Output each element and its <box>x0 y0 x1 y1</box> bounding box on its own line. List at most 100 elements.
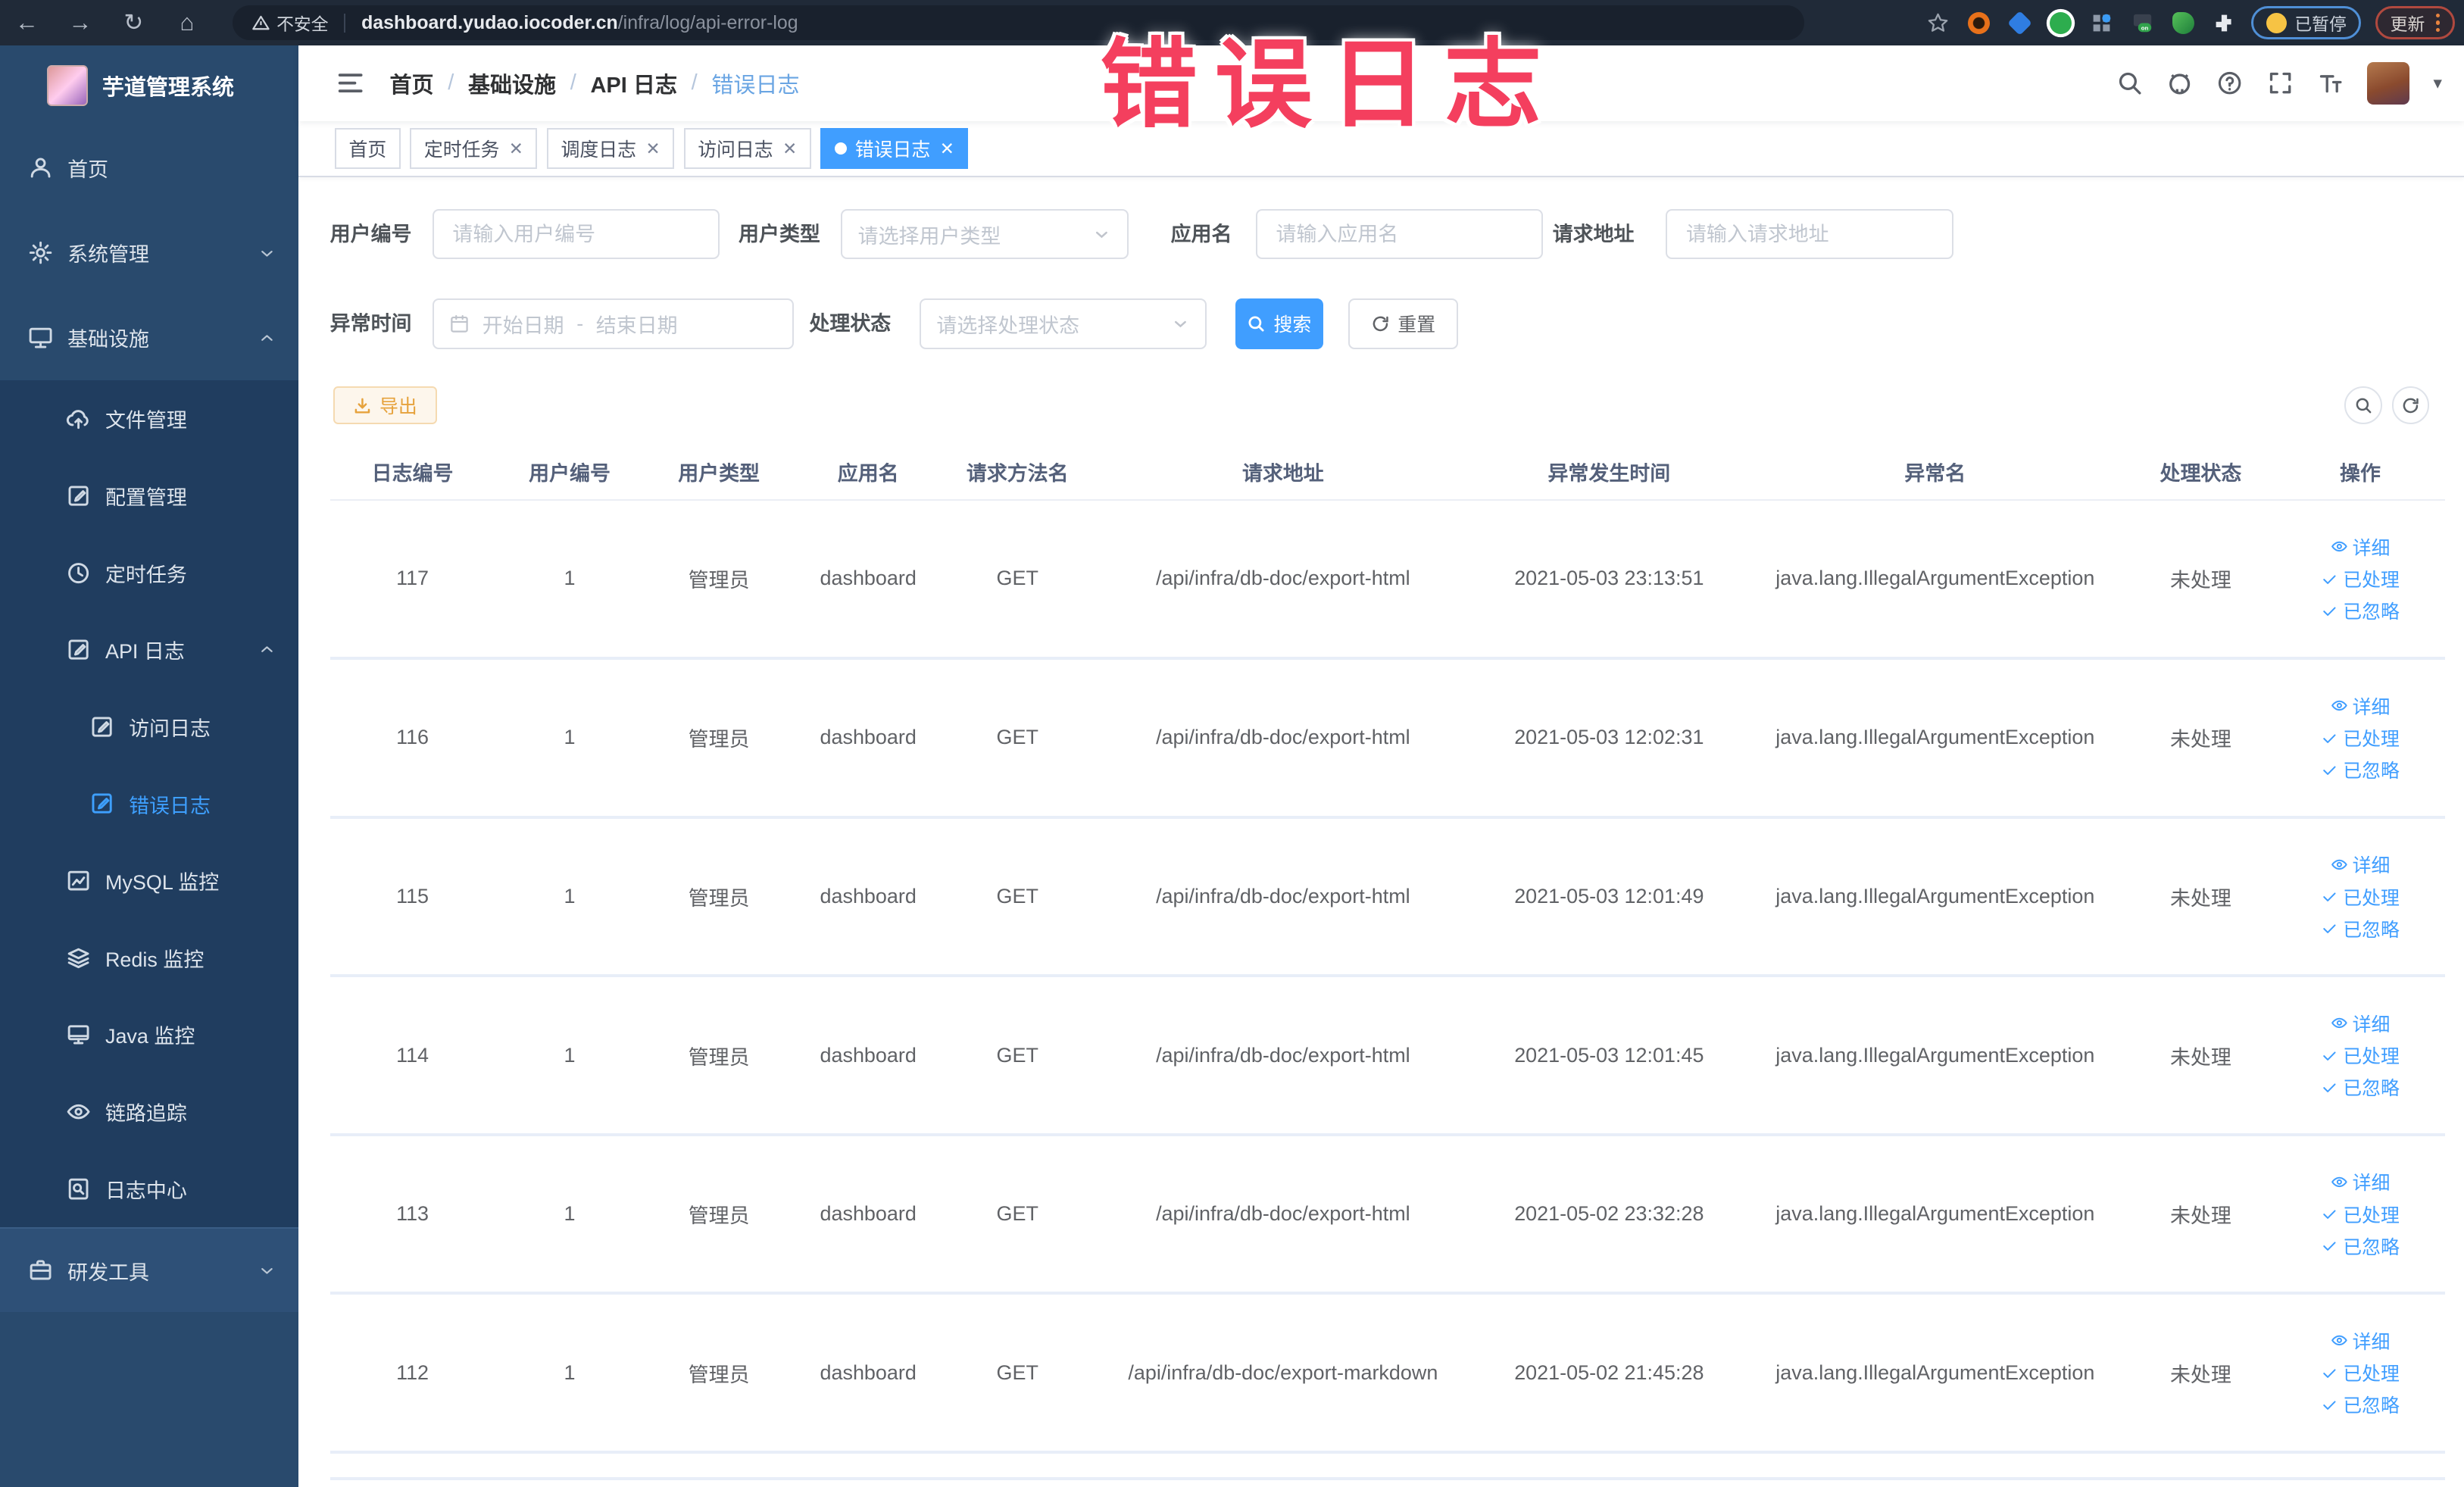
action-已处理-link[interactable]: 已处理 <box>2321 1201 2400 1228</box>
sidebar-item-Redis 监控[interactable]: Redis 监控 <box>0 919 299 997</box>
sidebar-item-系统管理[interactable]: 系统管理 <box>0 211 298 295</box>
reload-icon[interactable]: ↻ <box>107 0 161 45</box>
sidebar-item-MySQL 监控[interactable]: MySQL 监控 <box>0 842 299 920</box>
cell-request-url: /api/infra/db-doc/export-html <box>1091 817 1474 978</box>
action-已忽略-link[interactable]: 已忽略 <box>2321 756 2400 783</box>
action-已处理-link[interactable]: 已处理 <box>2321 883 2400 911</box>
exception-time-range-picker[interactable]: 开始日期 - 结束日期 <box>432 298 794 349</box>
request-url-input[interactable] <box>1666 208 1953 260</box>
cell-log-id: 114 <box>329 976 495 1136</box>
tab-调度日志[interactable]: 调度日志 ✕ <box>546 128 675 170</box>
sidebar-item-定时任务[interactable]: 定时任务 <box>0 534 299 611</box>
tab-错误日志[interactable]: 错误日志 ✕ <box>820 128 969 170</box>
app-name-input[interactable] <box>1255 208 1544 260</box>
action-详细-link[interactable]: 详细 <box>2331 851 2390 878</box>
action-详细-link[interactable]: 详细 <box>2331 692 2390 720</box>
cell-app-name: dashboard <box>793 1293 943 1454</box>
search-icon[interactable] <box>2116 70 2143 96</box>
sidebar-item-日志中心[interactable]: 日志中心 <box>0 1150 299 1228</box>
extension-onoff-icon[interactable]: on <box>2129 9 2156 36</box>
sidebar-item-研发工具[interactable]: 研发工具 <box>0 1227 299 1313</box>
chrome-update-button[interactable]: 更新 <box>2375 6 2455 39</box>
browser-menu-icon[interactable] <box>2435 14 2440 32</box>
cell-method: GET <box>942 1134 1092 1295</box>
action-已忽略-link[interactable]: 已忽略 <box>2321 1232 2400 1260</box>
cell-method: GET <box>942 1293 1092 1454</box>
github-icon[interactable] <box>2166 70 2193 96</box>
tab-close-icon[interactable]: ✕ <box>645 139 660 159</box>
sidebar-item-label: 研发工具 <box>67 1261 149 1284</box>
sidebar-item-访问日志[interactable]: 访问日志 <box>0 688 299 766</box>
font-size-icon[interactable] <box>2317 70 2344 96</box>
back-icon[interactable]: ← <box>0 0 54 45</box>
extension-blue-icon[interactable] <box>2006 9 2033 36</box>
sidebar-item-label: 链路追踪 <box>105 1102 187 1126</box>
tab-close-icon[interactable]: ✕ <box>940 139 954 159</box>
tab-close-icon[interactable]: ✕ <box>782 139 797 159</box>
extension-leaf-icon[interactable] <box>2170 9 2197 36</box>
address-bar[interactable]: 不安全 dashboard.yudao.iocoder.cn /infra/lo… <box>233 5 1804 40</box>
breadcrumb-item[interactable]: API 日志 <box>590 67 677 99</box>
cell-log-id: 112 <box>329 1293 495 1454</box>
action-已处理-link[interactable]: 已处理 <box>2321 724 2400 751</box>
user-type-select[interactable]: 请选择用户类型 <box>840 208 1129 260</box>
toggle-search-button[interactable] <box>2344 386 2383 425</box>
profile-paused-badge[interactable]: 已暂停 <box>2251 6 2362 39</box>
action-已处理-link[interactable]: 已处理 <box>2321 1042 2400 1069</box>
extension-green-icon[interactable] <box>2047 9 2074 36</box>
forward-icon[interactable]: → <box>54 0 108 45</box>
fullscreen-icon[interactable] <box>2267 70 2294 96</box>
column-header-请求地址: 请求地址 <box>1091 445 1474 501</box>
sidebar-item-Java 监控[interactable]: Java 监控 <box>0 996 299 1073</box>
tab-访问日志[interactable]: 访问日志 ✕ <box>683 128 811 170</box>
eye-icon <box>2331 1332 2348 1349</box>
reset-button[interactable]: 重置 <box>1348 298 1459 349</box>
cell-log-id: 115 <box>329 817 495 978</box>
cell-exception-name: java.lang.IllegalArgumentException <box>1744 658 2126 819</box>
sidebar-item-配置管理[interactable]: 配置管理 <box>0 457 299 535</box>
sidebar-item-API 日志[interactable]: API 日志 <box>0 611 299 689</box>
tab-close-icon[interactable]: ✕ <box>509 139 523 159</box>
action-已处理-link[interactable]: 已处理 <box>2321 1359 2400 1386</box>
search-button[interactable]: 搜索 <box>1235 298 1323 349</box>
action-已忽略-link[interactable]: 已忽略 <box>2321 1073 2400 1101</box>
bookmark-star-icon[interactable] <box>1925 9 1951 36</box>
user-icon <box>28 155 53 180</box>
extensions-puzzle-icon[interactable] <box>2210 9 2237 36</box>
sidebar-item-链路追踪[interactable]: 链路追踪 <box>0 1073 299 1151</box>
sidebar-collapse-icon[interactable] <box>336 69 364 97</box>
breadcrumb-item[interactable]: 基础设施 <box>468 67 556 99</box>
check-icon <box>2321 888 2338 905</box>
action-详细-link[interactable]: 详细 <box>2331 1327 2390 1354</box>
export-button[interactable]: 导出 <box>333 386 437 425</box>
security-warning[interactable]: 不安全 <box>251 11 329 36</box>
refresh-table-button[interactable] <box>2391 386 2430 425</box>
sidebar-item-错误日志[interactable]: 错误日志 <box>0 765 299 842</box>
app-logo-row[interactable]: 芋道管理系统 <box>0 45 298 126</box>
avatar-dropdown-caret-icon[interactable]: ▾ <box>2433 73 2441 93</box>
cell-user-id: 1 <box>495 1134 645 1295</box>
help-icon[interactable] <box>2216 70 2243 96</box>
action-已忽略-link[interactable]: 已忽略 <box>2321 1391 2400 1418</box>
tab-首页[interactable]: 首页 <box>334 128 401 170</box>
action-已忽略-link[interactable]: 已忽略 <box>2321 597 2400 624</box>
sidebar-item-首页[interactable]: 首页 <box>0 126 298 211</box>
sidebar-item-label: 定时任务 <box>105 563 187 586</box>
action-详细-link[interactable]: 详细 <box>2331 1010 2390 1037</box>
extension-grid-icon[interactable] <box>2088 9 2115 36</box>
user-id-input[interactable] <box>432 208 720 260</box>
user-avatar[interactable] <box>2367 61 2410 105</box>
breadcrumb-item[interactable]: 首页 <box>389 67 433 99</box>
extension-orange-icon[interactable] <box>1966 9 1992 36</box>
sidebar-item-文件管理[interactable]: 文件管理 <box>0 380 299 458</box>
home-icon[interactable]: ⌂ <box>161 0 214 45</box>
action-已处理-link[interactable]: 已处理 <box>2321 565 2400 592</box>
sidebar-item-基础设施[interactable]: 基础设施 <box>0 295 298 380</box>
tab-定时任务[interactable]: 定时任务 ✕ <box>410 128 538 170</box>
action-详细-link[interactable]: 详细 <box>2331 533 2390 561</box>
action-详细-link[interactable]: 详细 <box>2331 1168 2390 1195</box>
action-已忽略-link[interactable]: 已忽略 <box>2321 915 2400 942</box>
sidebar-item-label: API 日志 <box>105 640 185 664</box>
process-status-select[interactable]: 请选择处理状态 <box>919 298 1207 349</box>
check-icon <box>2321 1364 2338 1382</box>
